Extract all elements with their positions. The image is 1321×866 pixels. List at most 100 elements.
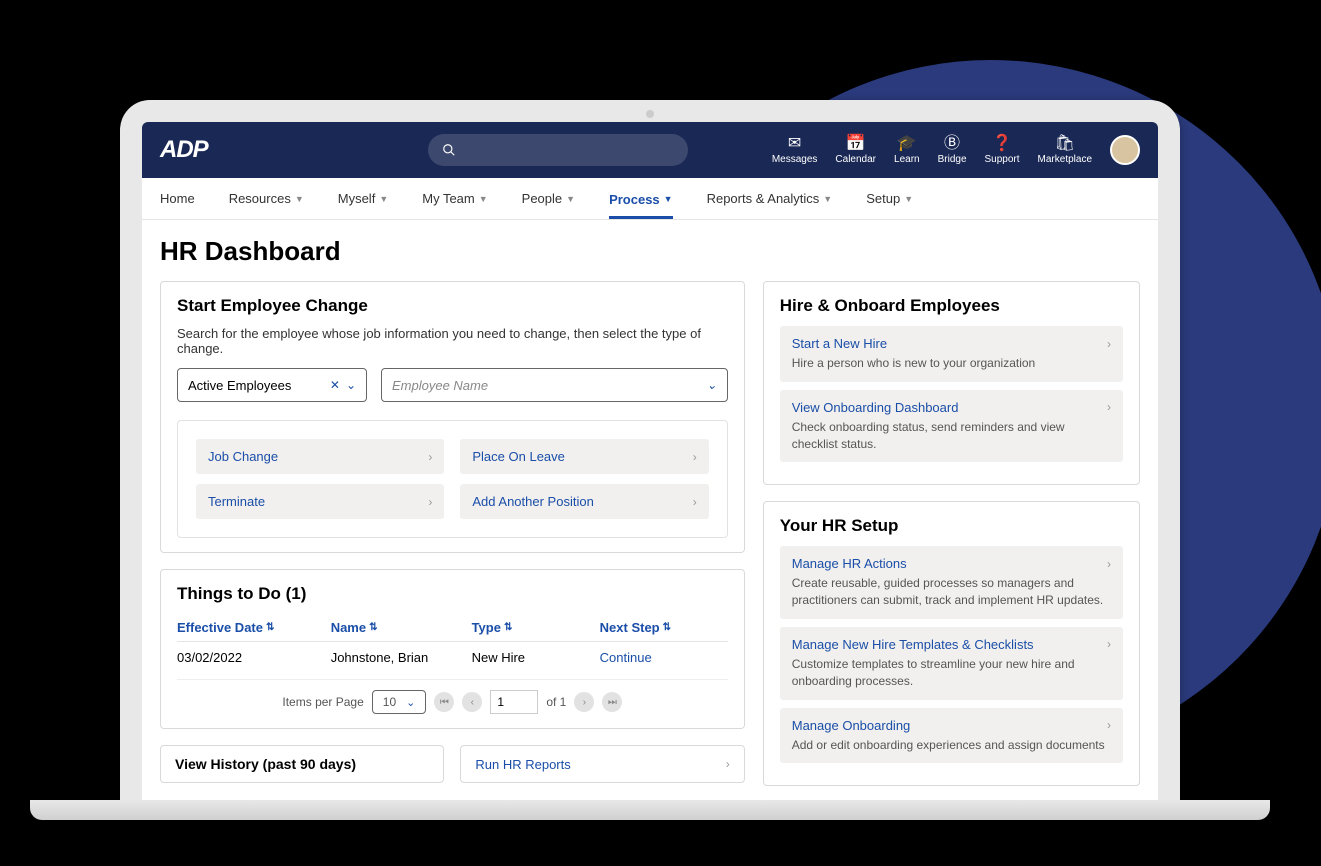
chevron-right-icon: › bbox=[726, 757, 730, 771]
menu-resources[interactable]: Resources ▼ bbox=[229, 179, 304, 218]
item-desc: Customize templates to streamline your n… bbox=[792, 656, 1111, 690]
chevron-right-icon: › bbox=[1107, 337, 1111, 351]
search-input[interactable] bbox=[428, 134, 688, 166]
hr-setup-card: Your HR Setup Manage HR Actions› Create … bbox=[763, 501, 1140, 786]
pager-of-label: of 1 bbox=[546, 695, 566, 709]
menu-label: Home bbox=[160, 191, 195, 206]
col-next-step[interactable]: Next Step⇅ bbox=[600, 620, 728, 635]
learn-icon: 🎓 bbox=[897, 136, 917, 152]
pagination: Items per Page 10⌄ ⏮ ‹ of 1 › ⏭ bbox=[177, 679, 728, 714]
action-terminate[interactable]: Terminate › bbox=[196, 484, 444, 519]
menu-process[interactable]: Process▼ bbox=[609, 180, 673, 219]
help-text: Search for the employee whose job inform… bbox=[177, 326, 728, 356]
action-label: Add Another Position bbox=[472, 494, 593, 509]
topicon-bridge[interactable]: Ⓑ Bridge bbox=[938, 136, 967, 165]
chevron-down-icon: ▼ bbox=[664, 194, 673, 204]
item-link[interactable]: Manage Onboarding bbox=[792, 718, 911, 733]
cell-type: New Hire bbox=[472, 650, 600, 665]
view-history-card[interactable]: View History (past 90 days) bbox=[160, 745, 444, 783]
menu-people[interactable]: People ▼ bbox=[522, 179, 575, 218]
action-label: Place On Leave bbox=[472, 449, 565, 464]
menu-label: Resources bbox=[229, 191, 291, 206]
menu-home[interactable]: Home bbox=[160, 179, 195, 218]
chevron-down-icon: ⌄ bbox=[707, 378, 717, 392]
item-link[interactable]: Manage HR Actions bbox=[792, 556, 907, 571]
col-label: Name bbox=[331, 620, 366, 635]
menu-myself[interactable]: Myself▼ bbox=[338, 179, 388, 218]
select-value: 10 bbox=[383, 695, 396, 709]
chevron-right-icon: › bbox=[693, 450, 697, 464]
col-label: Effective Date bbox=[177, 620, 263, 635]
chevron-right-icon: › bbox=[428, 495, 432, 509]
action-job-change[interactable]: Job Change› bbox=[196, 439, 444, 474]
clear-icon[interactable]: ✕ bbox=[330, 378, 340, 392]
hire-item-new-hire[interactable]: Start a New Hire › Hire a person who is n… bbox=[780, 326, 1123, 382]
menu-label: People bbox=[522, 191, 562, 206]
table-header: Effective Date⇅ Name⇅ Type⇅ Next Step⇅ bbox=[177, 614, 728, 642]
menu-label: Reports & Analytics bbox=[707, 191, 820, 206]
employee-name-input[interactable]: Employee Name ⌄ bbox=[381, 368, 728, 402]
col-label: Type bbox=[472, 620, 501, 635]
menu-setup[interactable]: Setup▼ bbox=[866, 179, 913, 218]
card-title: Hire & Onboard Employees bbox=[780, 296, 1123, 316]
setup-item-hr-actions[interactable]: Manage HR Actions› Create reusable, guid… bbox=[780, 546, 1123, 619]
menu-myteam[interactable]: My Team ▼ bbox=[422, 179, 487, 218]
menu-reports[interactable]: Reports & Analytics▼ bbox=[707, 179, 833, 218]
chevron-down-icon: ▼ bbox=[479, 194, 488, 204]
item-link[interactable]: View Onboarding Dashboard bbox=[792, 400, 959, 415]
search-icon bbox=[442, 143, 456, 157]
items-per-page-select[interactable]: 10⌄ bbox=[372, 690, 427, 714]
col-name[interactable]: Name⇅ bbox=[331, 620, 472, 635]
setup-item-onboarding[interactable]: Manage Onboarding› Add or edit onboardin… bbox=[780, 708, 1123, 764]
run-reports-card[interactable]: Run HR Reports› bbox=[460, 745, 744, 783]
topicon-label: Support bbox=[985, 154, 1020, 165]
topicon-label: Calendar bbox=[835, 154, 876, 165]
topbar: ADP ✉Messages 📅Calendar 🎓 Learn Ⓑ Bridge ❓… bbox=[142, 122, 1158, 178]
avatar[interactable] bbox=[1110, 135, 1140, 165]
action-label: Job Change bbox=[208, 449, 278, 464]
marketplace-icon: 🛍 bbox=[1055, 136, 1075, 152]
topicon-label: Learn bbox=[894, 154, 920, 165]
col-type[interactable]: Type⇅ bbox=[472, 620, 600, 635]
bridge-icon: Ⓑ bbox=[944, 136, 960, 152]
action-add-position[interactable]: Add Another Position› bbox=[460, 484, 708, 519]
setup-item-templates[interactable]: Manage New Hire Templates & Checklists› … bbox=[780, 627, 1123, 700]
topicon-messages[interactable]: ✉Messages bbox=[772, 136, 818, 165]
pager-last-button[interactable]: ⏭ bbox=[602, 692, 622, 712]
pager-page-input[interactable] bbox=[490, 690, 538, 714]
action-place-on-leave[interactable]: Place On Leave › bbox=[460, 439, 708, 474]
col-effective-date[interactable]: Effective Date⇅ bbox=[177, 620, 331, 635]
action-label: Terminate bbox=[208, 494, 265, 509]
chevron-right-icon: › bbox=[1107, 400, 1111, 414]
card-title: Things to Do (1) bbox=[177, 584, 728, 604]
card-label: View History (past 90 days) bbox=[175, 756, 356, 772]
cell-next-step-link[interactable]: Continue bbox=[600, 650, 728, 665]
chevron-down-icon: ▼ bbox=[295, 194, 304, 204]
menu-label: My Team bbox=[422, 191, 475, 206]
hire-onboard-card: Hire & Onboard Employees Start a New Hir… bbox=[763, 281, 1140, 485]
brand-logo: ADP bbox=[160, 136, 208, 164]
item-desc: Add or edit onboarding experiences and a… bbox=[792, 737, 1111, 754]
filter-status-select[interactable]: Active Employees ✕⌄ bbox=[177, 368, 367, 402]
hire-item-onboarding-dashboard[interactable]: View Onboarding Dashboard › Check onboard… bbox=[780, 390, 1123, 463]
item-desc: Hire a person who is new to your organiz… bbox=[792, 355, 1111, 372]
topicon-support[interactable]: ❓Support bbox=[985, 136, 1020, 165]
topicon-label: Marketplace bbox=[1038, 154, 1092, 165]
topicon-label: Bridge bbox=[938, 154, 967, 165]
item-desc: Check onboarding status, send reminders … bbox=[792, 419, 1111, 453]
topicon-learn[interactable]: 🎓 Learn bbox=[894, 136, 920, 165]
pager-prev-button[interactable]: ‹ bbox=[462, 692, 482, 712]
topicon-calendar[interactable]: 📅Calendar bbox=[835, 136, 876, 165]
todo-card: Things to Do (1) Effective Date⇅ Name⇅ T… bbox=[160, 569, 745, 729]
item-link[interactable]: Start a New Hire bbox=[792, 336, 887, 351]
chevron-down-icon: ▼ bbox=[566, 194, 575, 204]
pager-next-button[interactable]: › bbox=[574, 692, 594, 712]
cell-name: Johnstone, Brian bbox=[331, 650, 472, 665]
topicon-marketplace[interactable]: 🛍 Marketplace bbox=[1038, 136, 1092, 165]
sort-icon: ⇅ bbox=[504, 622, 512, 633]
chevron-right-icon: › bbox=[1107, 637, 1111, 651]
card-title: Start Employee Change bbox=[177, 296, 728, 316]
item-link[interactable]: Manage New Hire Templates & Checklists bbox=[792, 637, 1034, 652]
card-title: Your HR Setup bbox=[780, 516, 1123, 536]
pager-first-button[interactable]: ⏮ bbox=[434, 692, 454, 712]
